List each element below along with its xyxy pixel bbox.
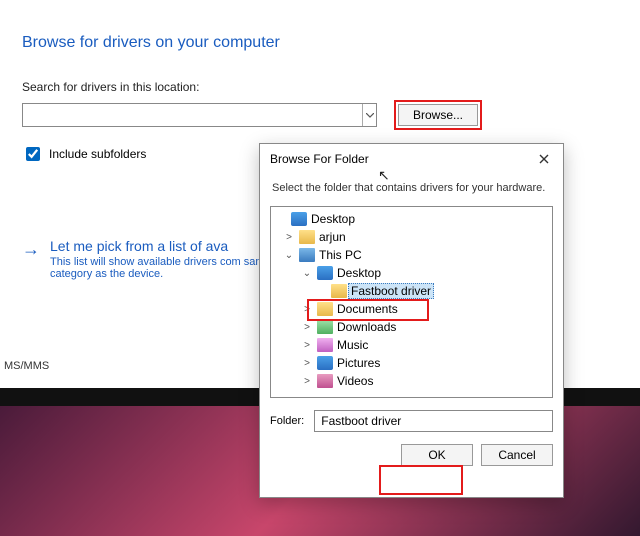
expander-icon[interactable]: > xyxy=(301,322,313,333)
downloads-icon xyxy=(317,320,333,334)
tree-item-pc-desktop[interactable]: ⌄ Desktop xyxy=(275,264,548,282)
include-subfolders-label: Include subfolders xyxy=(49,147,146,161)
tree-item-desktop-root[interactable]: Desktop xyxy=(275,210,548,228)
expander-icon[interactable]: > xyxy=(301,376,313,387)
close-icon xyxy=(539,154,549,164)
arrow-right-icon: → xyxy=(22,240,40,258)
folder-icon xyxy=(331,284,347,298)
tree-item-pictures[interactable]: > Pictures xyxy=(275,354,548,372)
dialog-title: Browse For Folder xyxy=(270,152,369,166)
cancel-button[interactable]: Cancel xyxy=(481,444,553,466)
include-subfolders-checkbox[interactable] xyxy=(26,147,40,161)
folder-icon xyxy=(299,230,315,244)
tree-item-this-pc[interactable]: ⌄ This PC xyxy=(275,246,548,264)
page-title: Browse for drivers on your computer xyxy=(22,34,618,52)
location-label: Search for drivers in this location: xyxy=(22,80,618,94)
folder-tree[interactable]: Desktop > arjun ⌄ This PC ⌄ Desktop Fast… xyxy=(270,206,553,398)
expander-icon[interactable]: > xyxy=(301,304,313,315)
location-input[interactable] xyxy=(22,103,377,127)
folder-name-input[interactable] xyxy=(314,410,553,432)
expander-icon[interactable]: ⌄ xyxy=(283,250,295,261)
tree-item-fastboot-driver[interactable]: Fastboot driver xyxy=(275,282,548,300)
music-icon xyxy=(317,338,333,352)
dialog-hint: Select the folder that contains drivers … xyxy=(260,174,563,206)
chevron-down-icon[interactable] xyxy=(362,104,376,126)
tree-item-music[interactable]: > Music xyxy=(275,336,548,354)
desktop-icon xyxy=(317,266,333,280)
videos-icon xyxy=(317,374,333,388)
folder-field-label: Folder: xyxy=(270,415,304,427)
tree-item-documents[interactable]: > Documents xyxy=(275,300,548,318)
expander-icon[interactable]: ⌄ xyxy=(301,268,313,279)
tree-item-arjun[interactable]: > arjun xyxy=(275,228,548,246)
tree-item-videos[interactable]: > Videos xyxy=(275,372,548,390)
close-button[interactable] xyxy=(533,148,555,170)
browse-button[interactable]: Browse... xyxy=(398,104,478,126)
expander-icon[interactable]: > xyxy=(301,358,313,369)
tree-item-downloads[interactable]: > Downloads xyxy=(275,318,548,336)
browse-for-folder-dialog: Browse For Folder Select the folder that… xyxy=(259,143,564,498)
documents-icon xyxy=(317,302,333,316)
desktop-icon xyxy=(291,212,307,226)
pictures-icon xyxy=(317,356,333,370)
ok-button[interactable]: OK xyxy=(401,444,473,466)
expander-icon[interactable]: > xyxy=(301,340,313,351)
expander-icon[interactable]: > xyxy=(283,232,295,243)
pc-icon xyxy=(299,248,315,262)
